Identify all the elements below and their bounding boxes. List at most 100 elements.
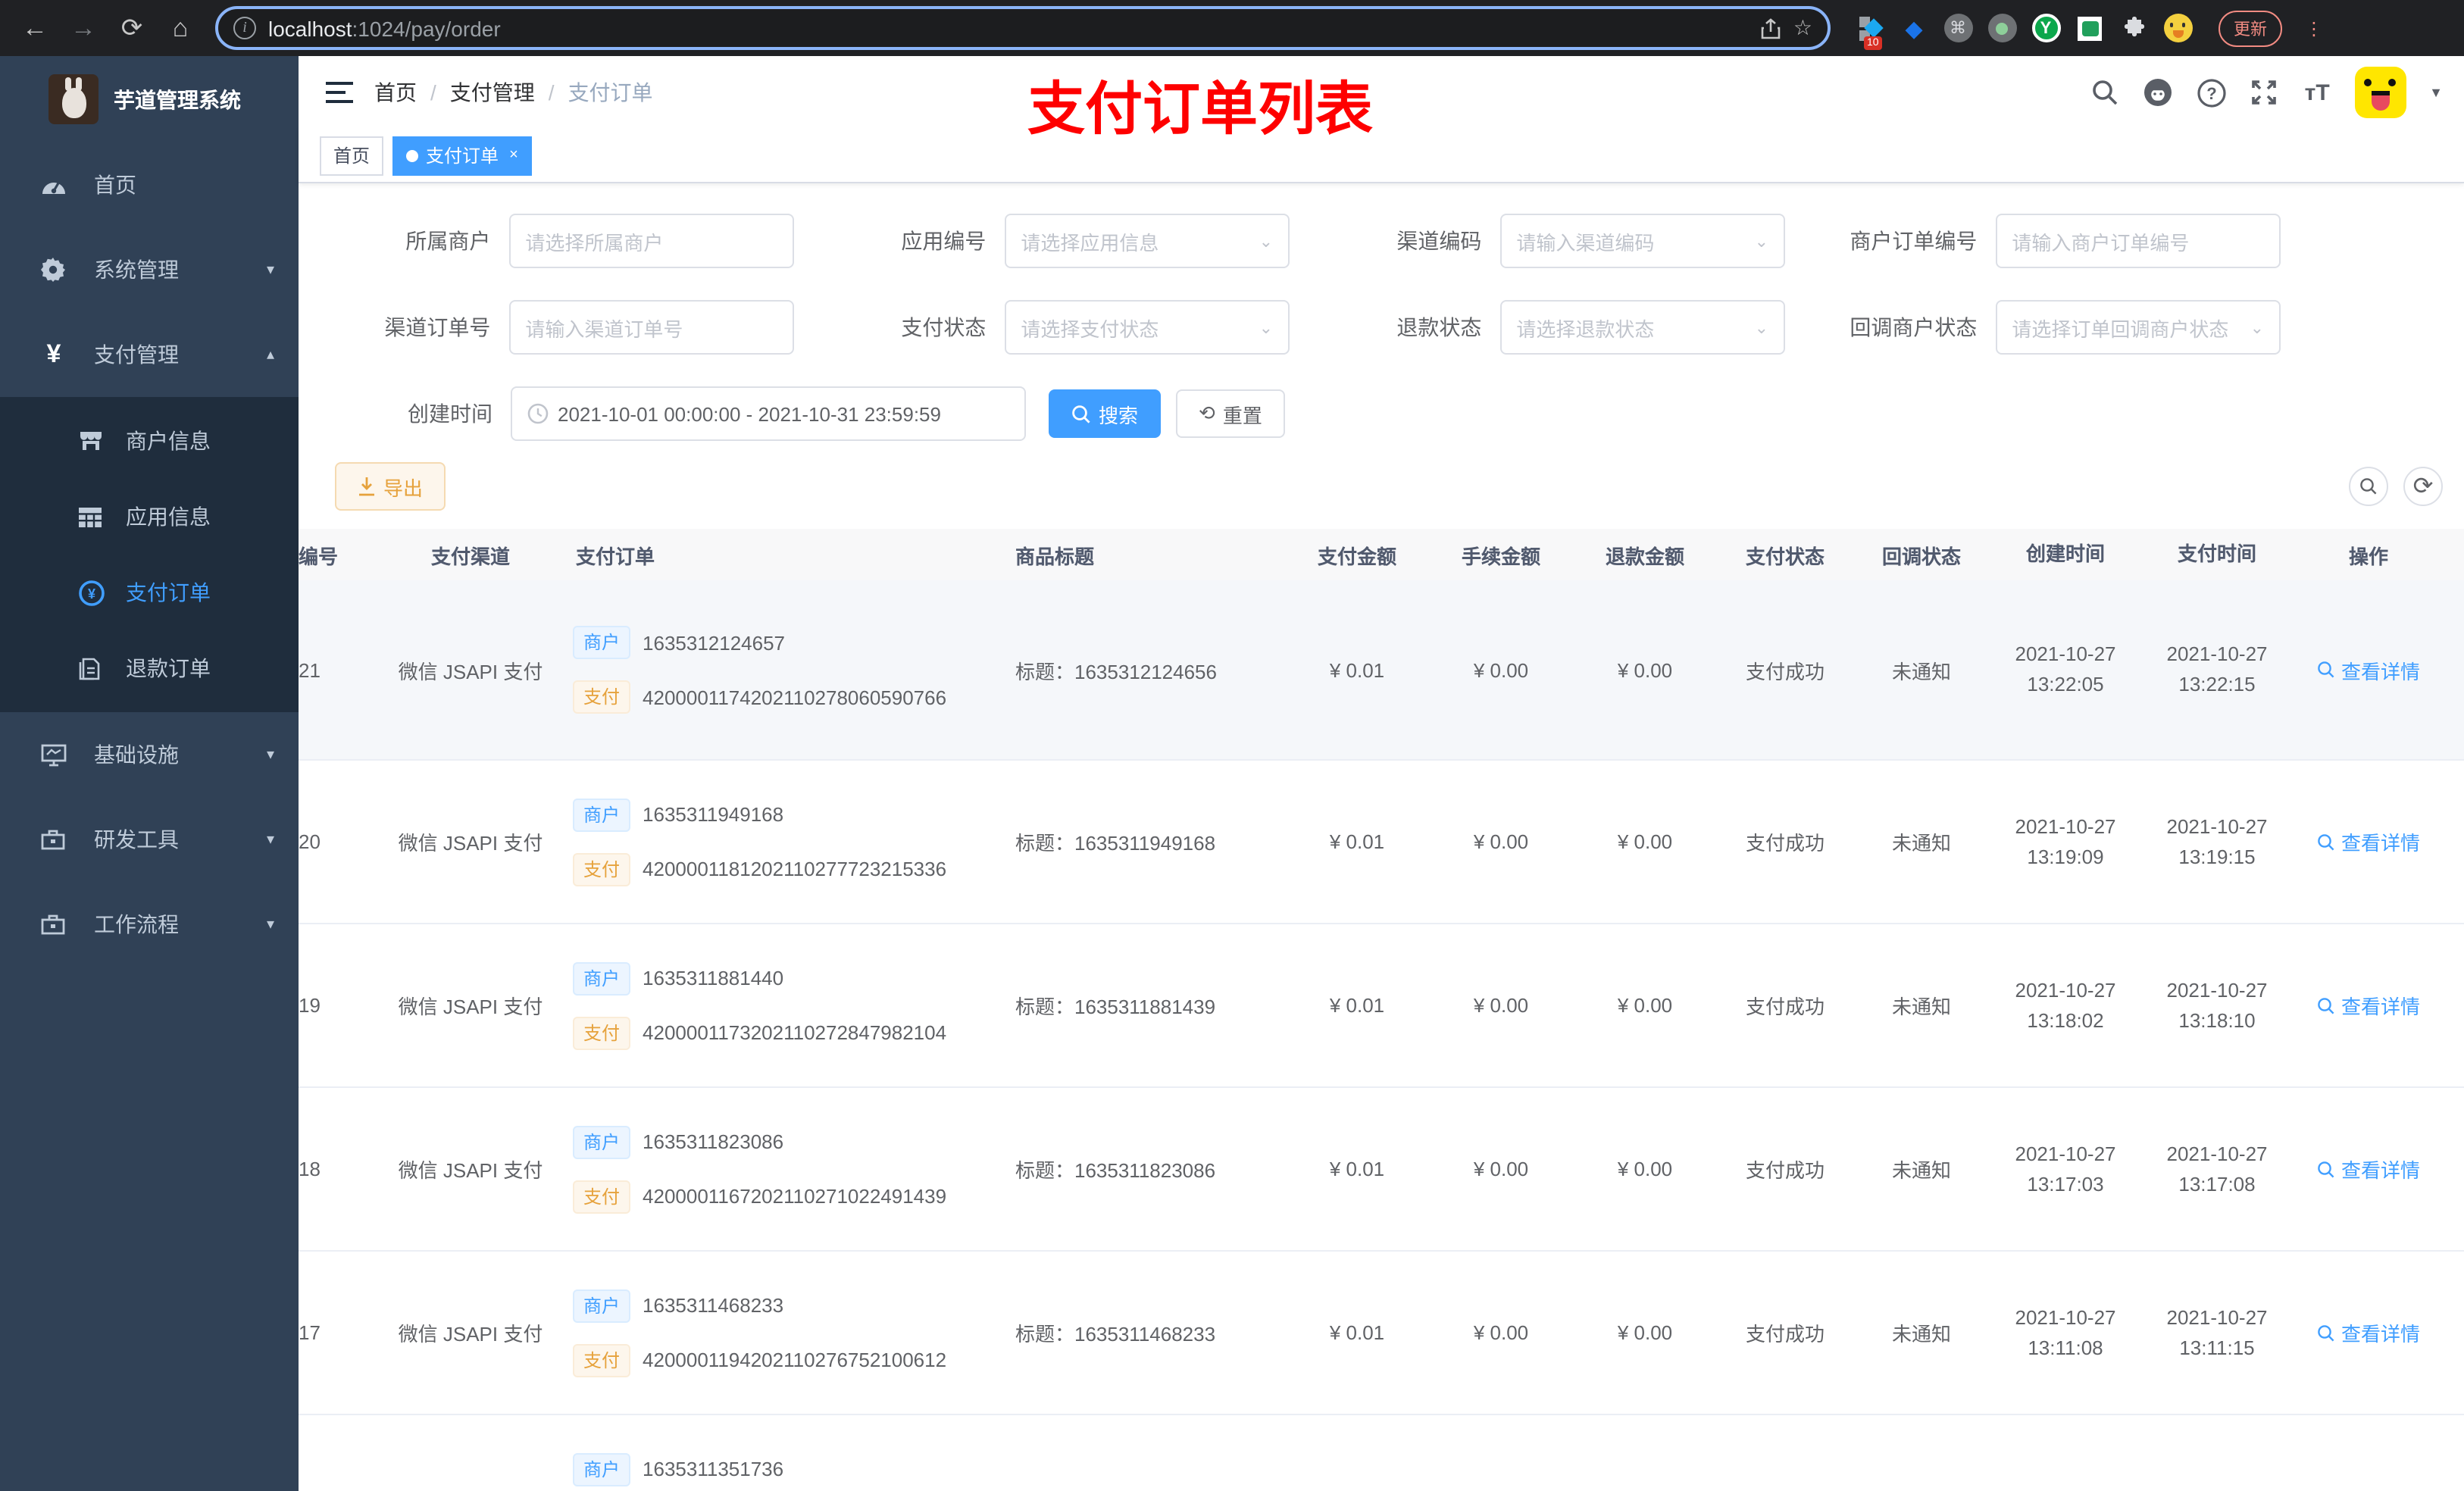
cell-pay-time: 2021-10-27 13:11:15 [2166,1305,2268,1358]
bookmark-star-icon[interactable]: ☆ [1793,15,1812,41]
merchant-tag: 商户 [573,1289,631,1322]
refund-status-select[interactable]: 请选择退款状态 ⌄ [1499,300,1785,355]
address-bar[interactable]: i localhost:1024/pay/order ☆ [215,6,1831,50]
cell-pay-time: 2021-10-27 13:22:15 [2166,642,2268,695]
fullscreen-icon[interactable] [2249,77,2279,108]
cell-fee-amount: ¥ 0.00 [1473,994,1529,1017]
export-button[interactable]: 导出 [335,462,446,511]
url-text: localhost:1024/pay/order [268,16,501,40]
cell-title: 标题：1635312124656 [1015,660,1217,683]
table-row: 19 微信 JSAPI 支付 商户 1635311881440 支付 4200001… [299,924,2464,1088]
breadcrumb-home[interactable]: 首页 [374,77,417,108]
cell-channel: 微信 JSAPI 支付 [398,1159,543,1182]
show-search-icon-button[interactable] [2349,467,2388,506]
cell-fee-amount: ¥ 0.00 [1473,1321,1529,1344]
pay-order-no: 4200001194202110276752100612 [643,1349,947,1371]
cell-create-time [1990,1415,2141,1491]
back-icon[interactable]: ← [15,8,55,48]
orders-table: 编号 支付渠道 支付订单 商品标题 支付金额 手续金额 退款金额 支付状态 回调… [299,529,2464,1491]
extensions-puzzle-icon[interactable] [2118,13,2149,43]
cell-pay-amount: ¥ 0.01 [1329,994,1385,1017]
channel-code-select[interactable]: 请输入渠道编码 ⌄ [1499,214,1785,268]
clock-icon [527,403,549,424]
sidebar-item-system[interactable]: 系统管理 ▾ [0,227,299,312]
browser-toolbar: ← → ⟳ ⌂ i localhost:1024/pay/order ☆ 10 … [0,0,2464,56]
cell-create-time: 2021-10-27 13:11:08 [2015,1305,2116,1358]
view-detail-link[interactable]: 查看详情 [2293,1088,2444,1250]
sidebar-toggle-icon[interactable] [326,77,353,109]
sidebar-item-pay-order[interactable]: ¥ 支付订单 [0,555,299,630]
pay-submenu: 商户信息 应用信息 ¥ 支付订单 退款订单 [0,397,299,712]
chevron-down-icon: ▾ [266,916,274,933]
profile-avatar-icon[interactable] [2162,13,2193,43]
help-icon[interactable]: ? [2196,77,2226,108]
create-time-range-picker[interactable]: 2021-10-01 00:00:00 - 2021-10-31 23:59:5… [511,386,1026,441]
forward-icon[interactable]: → [64,8,103,48]
pay-status-select[interactable]: 请选择支付状态 ⌄ [1004,300,1290,355]
channel-order-input[interactable]: 请输入渠道订单号 [508,300,794,355]
share-icon[interactable] [1762,17,1781,39]
view-detail-link[interactable]: 查看详情 [2293,580,2444,759]
merchant-order-no: 1635311468233 [643,1294,784,1317]
cell-id: 20 [299,830,321,853]
notify-status-select[interactable]: 请选择订单回调商户状态 ⌄ [1995,300,2281,355]
cell-pay-status: 支付成功 [1745,1323,1825,1346]
search-icon[interactable] [2090,77,2120,108]
extension-grid-icon[interactable]: 10 [1855,13,1885,49]
sidebar-item-devtools[interactable]: 研发工具 ▾ [0,797,299,882]
view-detail-link[interactable]: 查看详情 [2293,1252,2444,1414]
sidebar-item-app-info[interactable]: 应用信息 [0,479,299,555]
github-icon[interactable] [2143,77,2173,108]
yen-icon: ¥ [46,339,61,368]
sidebar-item-merchant-info[interactable]: 商户信息 [0,403,299,479]
browser-menu-icon[interactable]: ⋮ [2305,17,2323,39]
app-select[interactable]: 请选择应用信息 ⌄ [1004,214,1290,268]
pay-order-no: 4200001173202110272847982104 [643,1021,947,1044]
search-button[interactable]: 搜索 [1049,389,1162,438]
cell-pay-amount: ¥ 0.01 [1329,1158,1385,1180]
reload-icon[interactable]: ⟳ [112,8,152,48]
yen-circle-icon: ¥ [79,580,105,605]
merchant-tag: 商户 [573,961,631,995]
pay-tag: 支付 [573,852,631,886]
sidebar-item-home[interactable]: 首页 [0,142,299,227]
tab-pay-order[interactable]: 支付订单 × [392,136,532,175]
font-size-icon[interactable]: ᴛT [2302,77,2332,108]
extension-gem-icon[interactable]: ◆ [1899,13,1929,43]
sidebar-item-pay[interactable]: ¥ 支付管理 ▴ [0,312,299,397]
close-icon[interactable]: × [509,147,518,164]
cell-refund-amount: ¥ 0.00 [1617,658,1673,681]
site-info-icon[interactable]: i [233,17,256,39]
cell-order: 商户1635311351736 支付 [573,1415,1012,1491]
shop-icon [79,430,105,452]
tab-home[interactable]: 首页 [320,136,384,175]
view-detail-link[interactable] [2293,1415,2444,1491]
pay-order-no: 4200001181202110277723215336 [643,858,947,880]
extension-chat-icon[interactable] [2075,13,2105,43]
extension-command-icon[interactable]: ⌘ [1943,13,1973,43]
home-icon[interactable]: ⌂ [161,8,200,48]
sidebar-item-refund-order[interactable]: 退款订单 [0,630,299,706]
update-button[interactable]: 更新 [2219,10,2282,46]
content: 所属商户 请选择所属商户 应用编号 请选择应用信息 ⌄ 渠道编码 请输入渠道编码 ⌄… [299,183,2464,1491]
refresh-icon: ⟲ [1199,402,1215,424]
extension-y-icon[interactable]: Y [2031,13,2061,43]
cell-notify-status: 未通知 [1891,996,1951,1018]
reset-button[interactable]: ⟲ 重置 [1176,389,1285,438]
refresh-table-button[interactable]: ⟳ [2403,467,2443,506]
cell-refund-amount: ¥ 0.00 [1617,1321,1673,1344]
merchant-select[interactable]: 请选择所属商户 [508,214,794,268]
sidebar-item-infra[interactable]: 基础设施 ▾ [0,712,299,797]
merchant-order-input[interactable]: 请输入商户订单编号 [1995,214,2281,268]
extension-dot-icon[interactable] [1987,13,2017,43]
extension-badge: 10 [1864,36,1882,49]
sidebar: 芋道管理系统 首页 系统管理 ▾ ¥ 支付管理 ▴ 商户信息 应用信息 ¥ 支付… [0,56,299,1491]
view-detail-link[interactable]: 查看详情 [2293,924,2444,1086]
view-detail-link[interactable]: 查看详情 [2293,761,2444,923]
table-row: 21 微信 JSAPI 支付 商户 1635312124657 支付 4200001… [299,580,2464,761]
breadcrumb-pay[interactable]: 支付管理 [450,77,535,108]
sidebar-item-workflow[interactable]: 工作流程 ▾ [0,882,299,967]
avatar-caret-icon[interactable]: ▼ [2429,85,2443,100]
chevron-down-icon: ▾ [266,746,274,763]
user-avatar[interactable] [2355,67,2407,118]
